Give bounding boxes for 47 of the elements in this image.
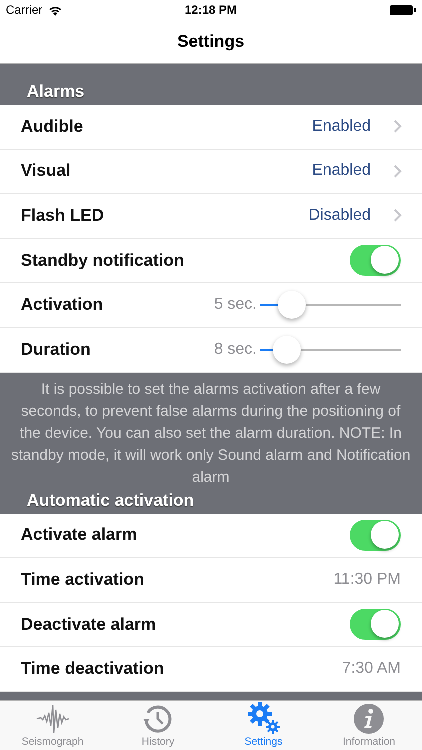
toggle-switch[interactable]	[350, 609, 401, 640]
tab-label: Information	[342, 736, 396, 748]
row-label: Audible	[21, 116, 84, 137]
chevron-icon	[394, 164, 402, 178]
slider-reading: 5 sec.	[214, 296, 257, 314]
tab-label: Settings	[244, 736, 283, 748]
row-label: Activation	[21, 295, 104, 316]
settings-row[interactable]: Visual Enabled	[0, 150, 422, 194]
battery-icon	[390, 4, 416, 16]
tab-item[interactable]: Settings	[211, 701, 316, 750]
tab-item[interactable]: History	[106, 701, 211, 750]
section-title: Alarms	[27, 82, 85, 102]
toggle-switch[interactable]	[350, 520, 401, 551]
row-value: Enabled	[312, 162, 371, 180]
waveform-icon	[36, 704, 70, 734]
row-label: Deactivate alarm	[21, 614, 158, 635]
tab-item[interactable]: Information	[316, 701, 422, 750]
row-label: Activate alarm	[21, 525, 138, 546]
wifi-icon	[48, 4, 63, 16]
settings-row[interactable]: Audible Enabled	[0, 105, 422, 150]
section-title: Automatic activation	[27, 490, 194, 511]
chevron-icon	[394, 120, 402, 134]
row-label: Time activation	[21, 570, 146, 590]
tab-label: Seismograph	[22, 736, 84, 748]
row-label: Duration	[21, 340, 92, 360]
row-label: Visual	[21, 161, 72, 182]
carrier-label: Carrier	[6, 3, 43, 17]
settings-row[interactable]: Flash LED Disabled	[0, 194, 422, 239]
tab-label: History	[142, 736, 175, 748]
screen-title: Settings	[177, 32, 245, 52]
slider-thumb[interactable]	[278, 291, 306, 320]
row-label: Standby notification	[21, 250, 186, 271]
row-label: Time deactivation	[21, 659, 166, 680]
toggle-switch[interactable]	[350, 245, 401, 276]
tab-item[interactable]: Seismograph	[0, 701, 106, 750]
row-label: Flash LED	[21, 206, 106, 226]
time-value[interactable]: 11:30 PM	[334, 570, 401, 589]
info-icon	[354, 704, 384, 734]
clock-icon	[143, 704, 174, 734]
row-value: Disabled	[308, 206, 371, 225]
slider-reading: 8 sec.	[214, 340, 257, 359]
time-value[interactable]: 7:30 AM	[342, 660, 401, 678]
footer-note: It is possible to set the alarms activation after a few seconds, to prevent false alarms during the positioning of the device. You can also set the alarm duration. NOTE: In standby mode, it will work only Sound alarm and Notification alarm	[11, 380, 411, 486]
clock-time: 12:18 PM	[184, 3, 238, 17]
row-value: Enabled	[312, 118, 371, 136]
slider-thumb[interactable]	[272, 336, 301, 364]
chevron-icon	[394, 209, 402, 222]
